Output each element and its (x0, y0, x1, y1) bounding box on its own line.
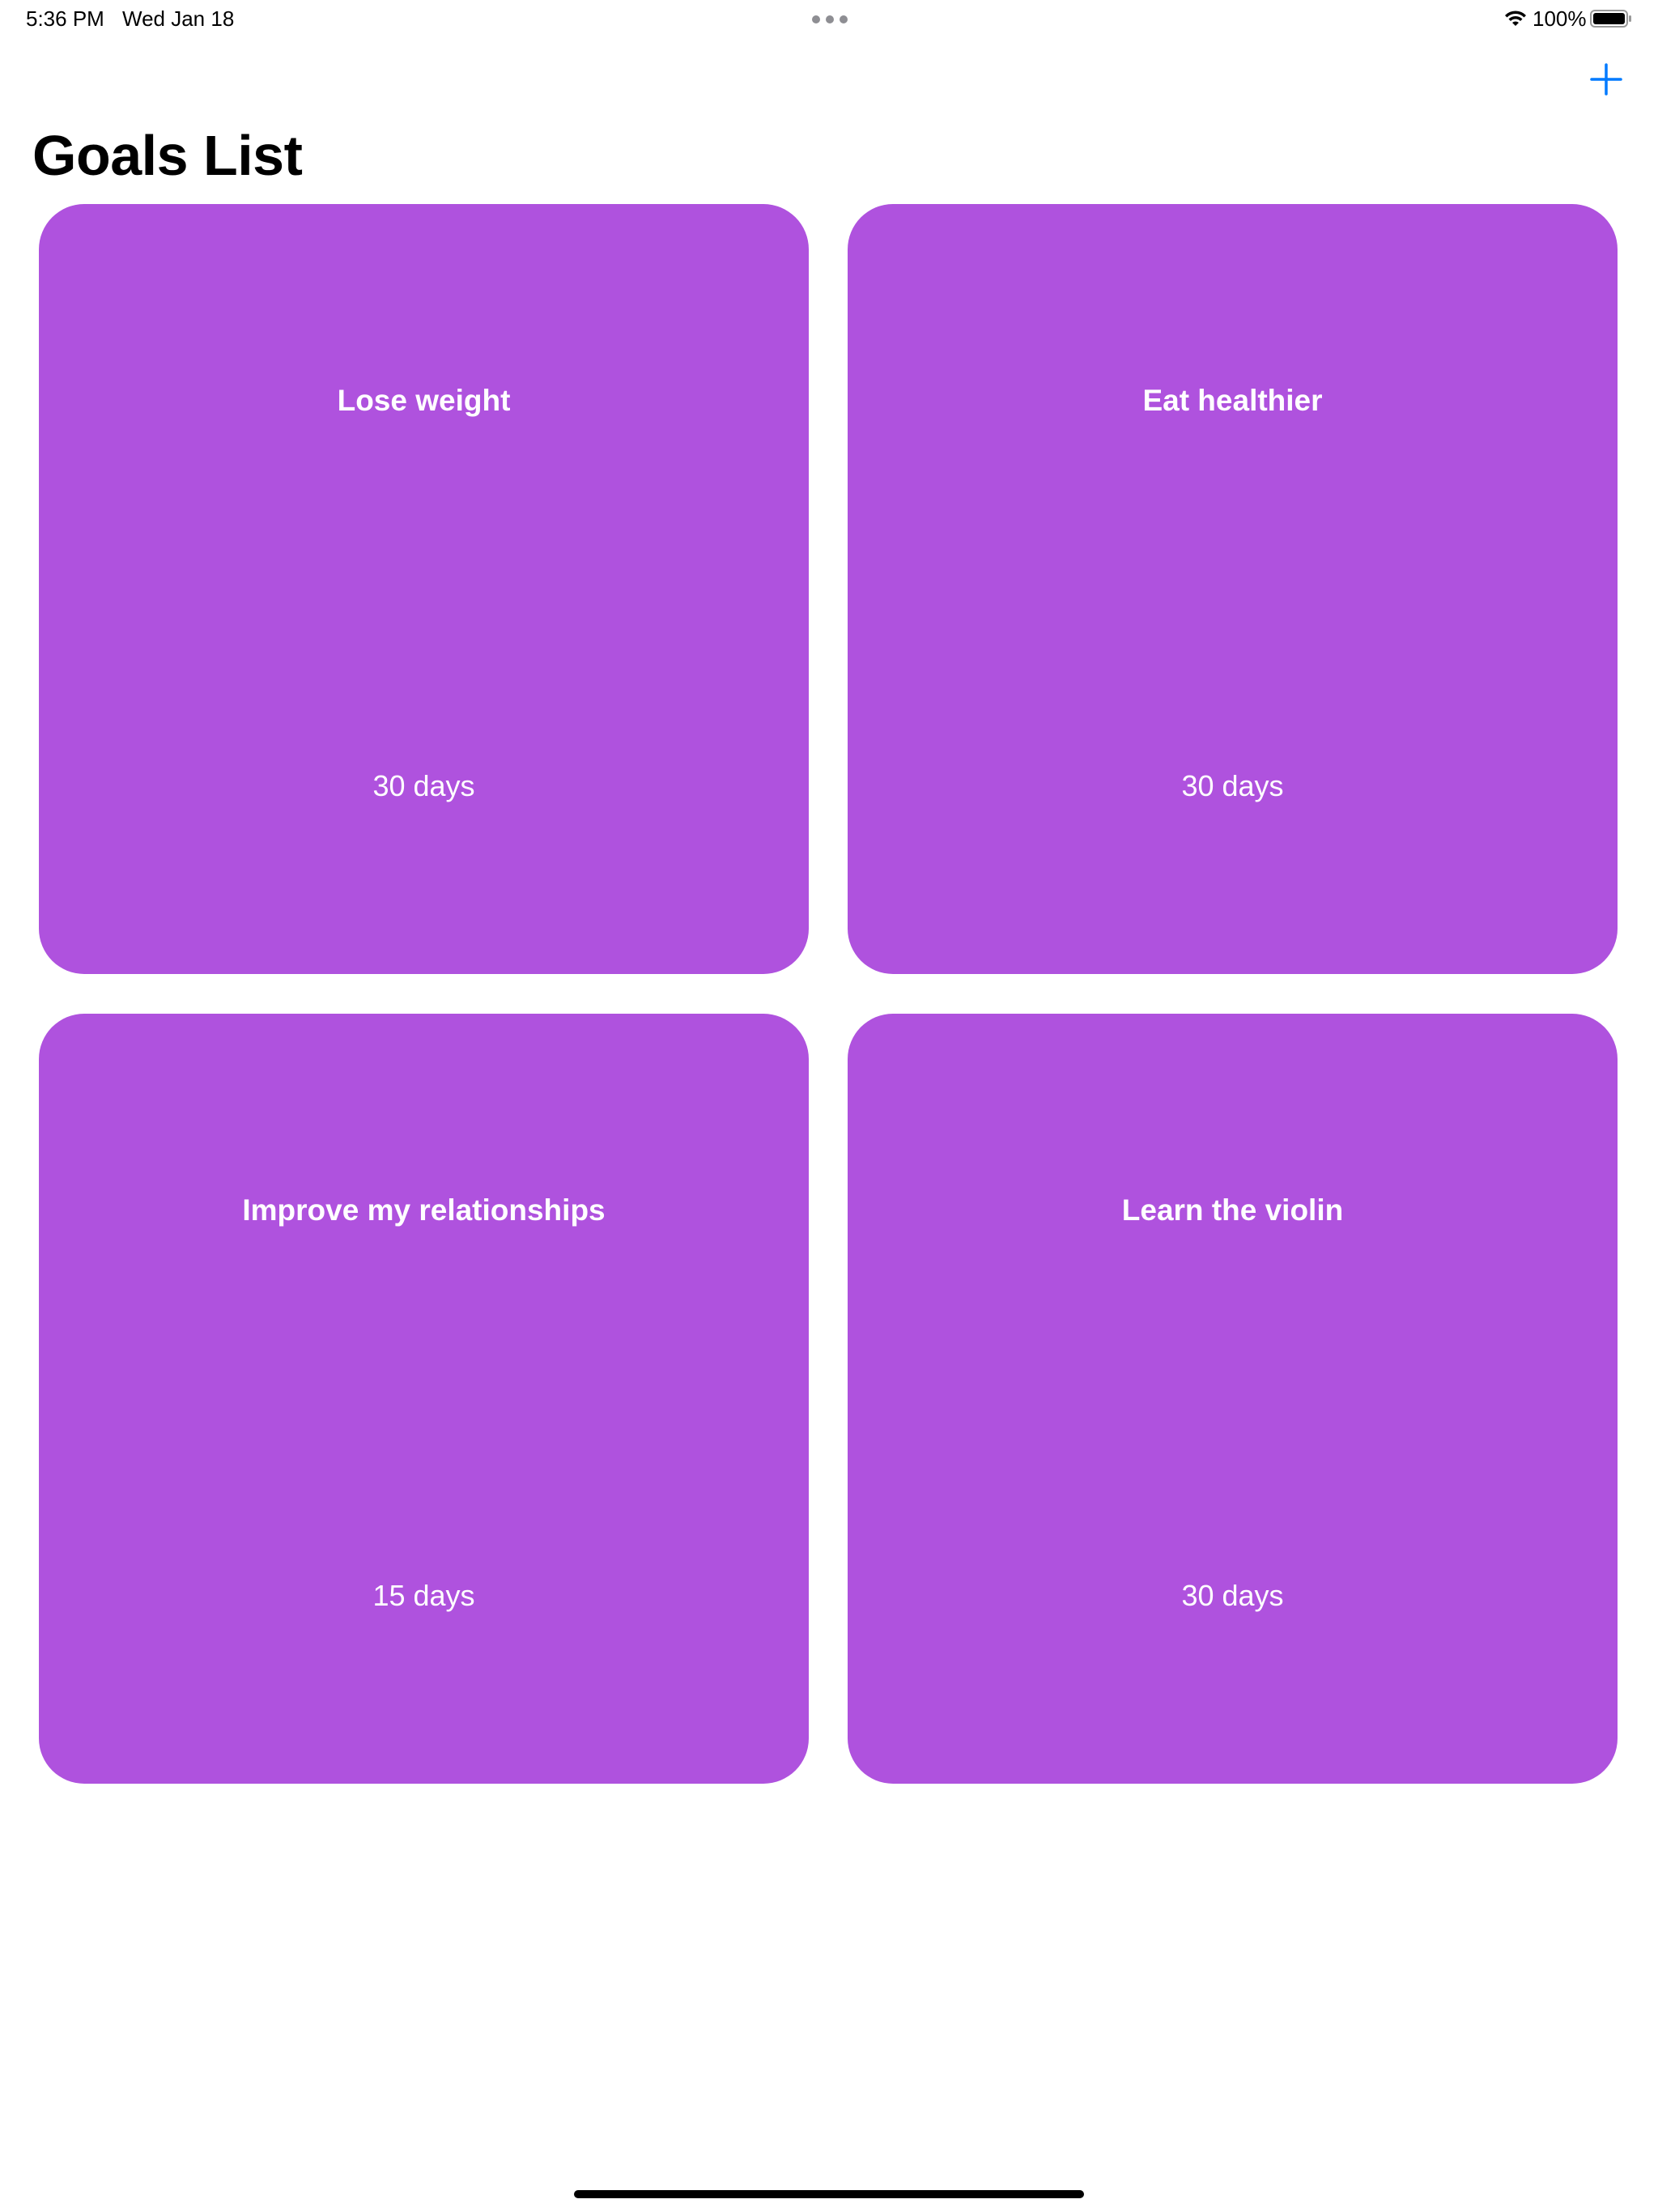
goal-card[interactable]: Eat healthier 30 days (848, 204, 1618, 974)
status-date: Wed Jan 18 (122, 6, 235, 31)
home-indicator[interactable] (574, 2190, 1084, 2198)
goals-list-screen: 5:36 PM Wed Jan 18 100% Goals List Lose … (0, 0, 1658, 2212)
multitasking-dots-icon[interactable] (812, 15, 848, 23)
goal-title: Eat healthier (1142, 384, 1323, 417)
battery-full-icon (1590, 10, 1631, 28)
wifi-icon (1505, 11, 1526, 26)
status-time: 5:36 PM (26, 6, 104, 31)
goal-card[interactable]: Improve my relationships 15 days (39, 1014, 809, 1784)
battery-percentage: 100% (1533, 6, 1587, 31)
goal-duration: 30 days (1181, 769, 1284, 802)
goal-title: Lose weight (337, 384, 511, 417)
goal-duration: 30 days (372, 769, 475, 802)
status-bar: 5:36 PM Wed Jan 18 100% (0, 0, 1658, 39)
goal-title: Improve my relationships (242, 1193, 606, 1227)
goal-card[interactable]: Learn the violin 30 days (848, 1014, 1618, 1784)
goal-duration: 30 days (1181, 1579, 1284, 1612)
goal-card[interactable]: Lose weight 30 days (39, 204, 809, 974)
add-goal-button[interactable] (1588, 62, 1624, 97)
plus-icon (1590, 63, 1622, 96)
goal-duration: 15 days (372, 1579, 475, 1612)
page-title: Goals List (32, 124, 303, 187)
goal-title: Learn the violin (1121, 1193, 1344, 1227)
